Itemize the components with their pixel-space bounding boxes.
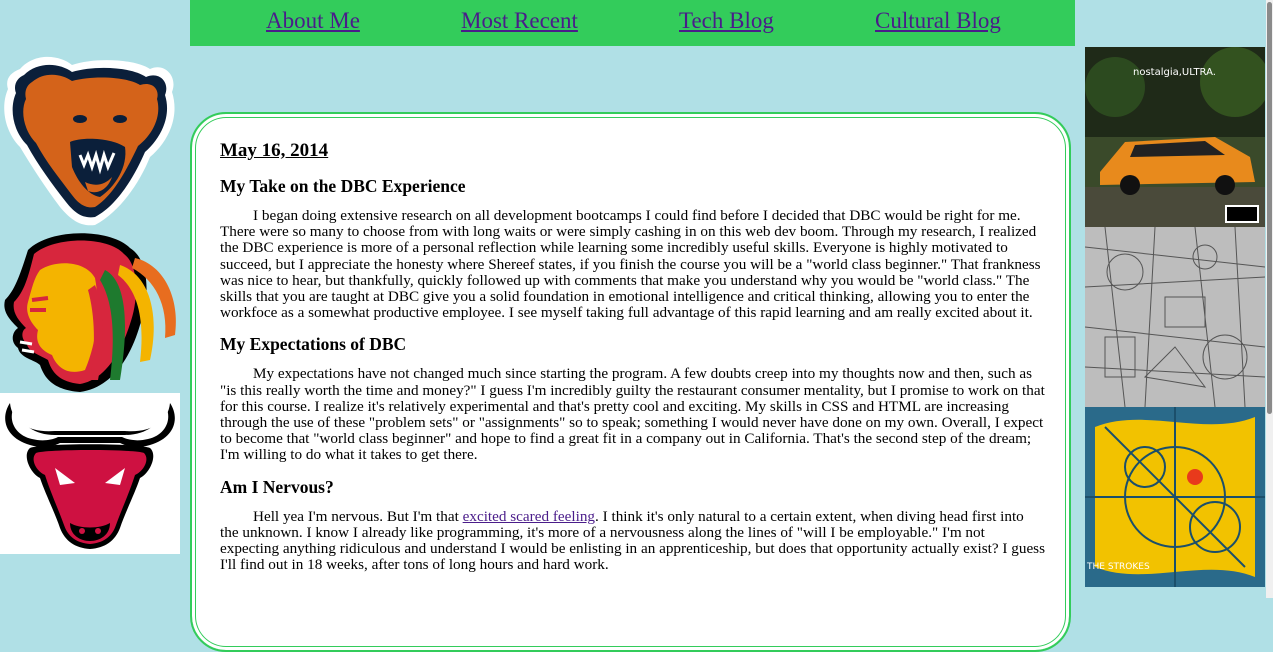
section-heading: My Take on the DBC Experience bbox=[220, 176, 466, 196]
excited-scared-feeling-link[interactable]: excited scared feeling bbox=[463, 508, 595, 525]
post-date: May 16, 2014 bbox=[220, 140, 329, 161]
section-body: My expectations have not changed much si… bbox=[220, 365, 1045, 464]
nav-link-tech-blog[interactable]: Tech Blog bbox=[679, 8, 774, 34]
section-body: I began doing extensive research on all … bbox=[220, 207, 1041, 322]
section-heading: My Expectations of DBC bbox=[220, 334, 407, 355]
post-content: May 16, 2014 My Take on the DBC Experien… bbox=[220, 140, 1045, 586]
nav-link-most-recent[interactable]: Most Recent bbox=[461, 8, 578, 34]
nav-link-cultural-blog[interactable]: Cultural Blog bbox=[875, 8, 1001, 34]
nostalgia-ultra-album-cover: nostalgia,ULTRA. bbox=[1085, 47, 1265, 227]
scrollbar-thumb[interactable] bbox=[1267, 2, 1272, 414]
album-caption: THE STROKES bbox=[1087, 562, 1150, 572]
nav-link-about-me[interactable]: About Me bbox=[266, 8, 360, 34]
body-text: Hell yea I'm nervous. But I'm that bbox=[253, 507, 463, 525]
album-title: nostalgia,ULTRA. bbox=[1133, 67, 1216, 78]
chicago-bulls-logo bbox=[0, 393, 180, 554]
the-strokes-album-cover: THE STROKES bbox=[1085, 407, 1265, 587]
section-body: Hell yea I'm nervous. But I'm that excit… bbox=[220, 507, 1045, 574]
sketch-album-cover bbox=[1085, 227, 1265, 407]
section-heading: Am I Nervous? bbox=[220, 476, 334, 497]
chicago-blackhawks-logo bbox=[0, 230, 180, 393]
chicago-bears-logo bbox=[0, 47, 180, 230]
top-nav: About Me Most Recent Tech Blog Cultural … bbox=[190, 0, 1075, 46]
